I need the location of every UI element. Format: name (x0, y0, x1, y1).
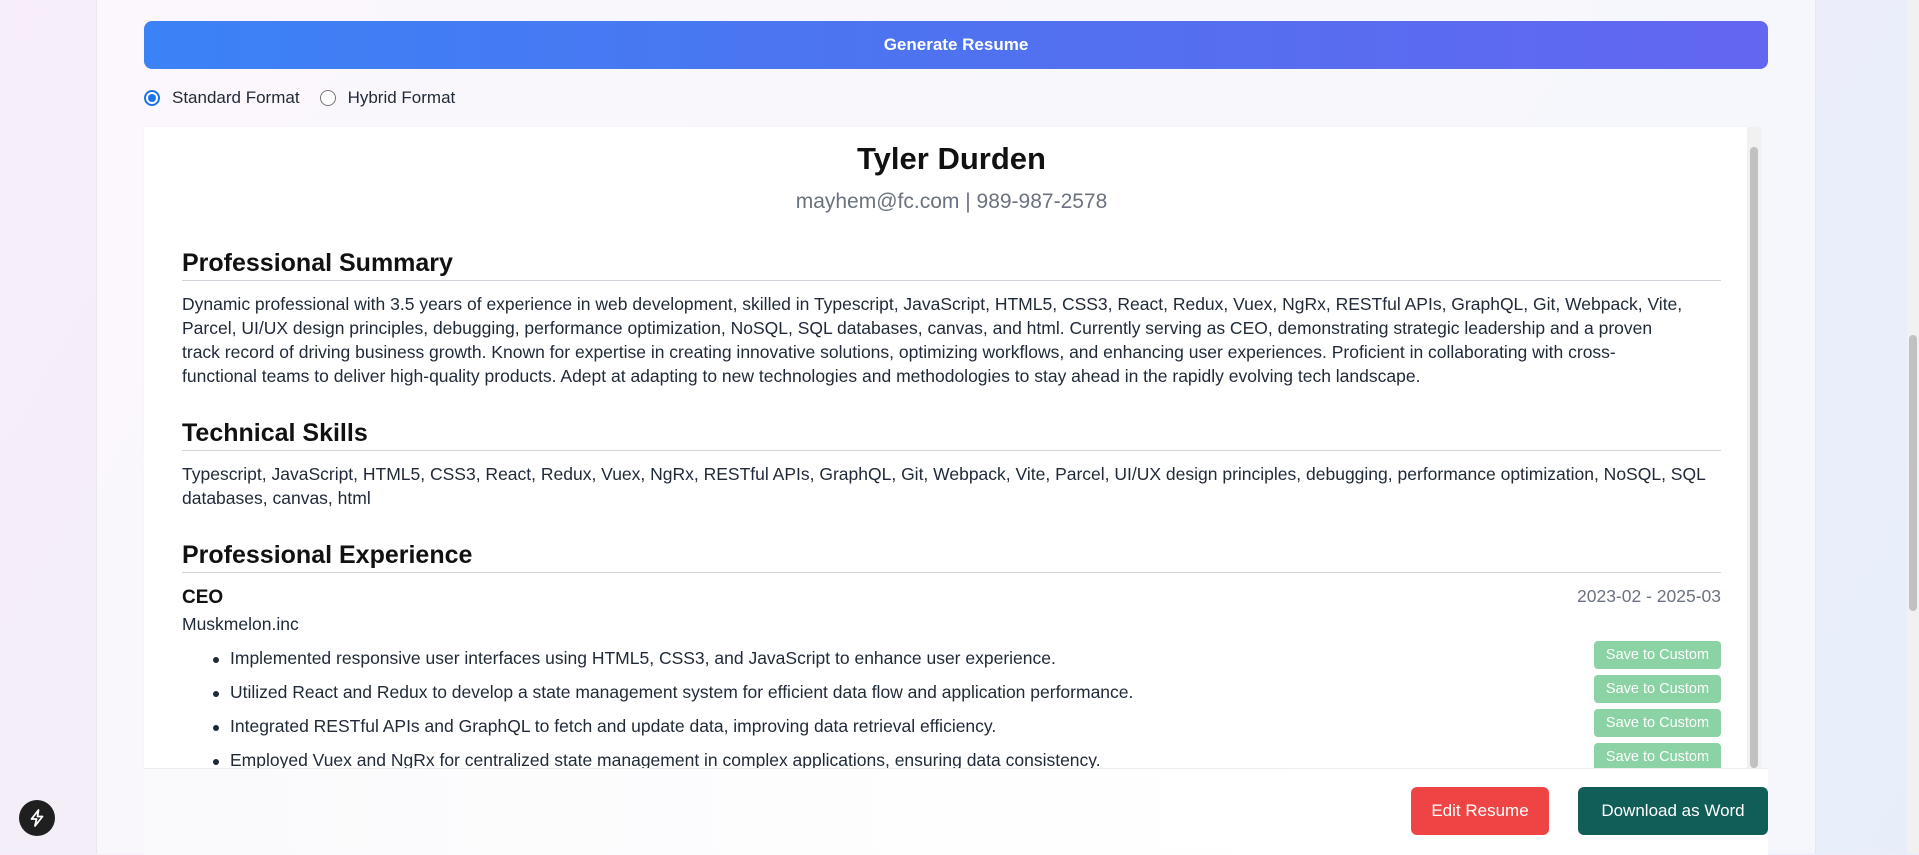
job-dates: 2023-02 - 2025-03 (1577, 586, 1721, 606)
hybrid-format-label: Hybrid Format (347, 88, 456, 107)
job-title: CEO (182, 587, 224, 608)
skills-heading: Technical Skills (182, 419, 1721, 451)
bullet-text: Utilized React and Redux to develop a st… (230, 682, 1134, 702)
list-item: Utilized React and Redux to develop a st… (182, 675, 1721, 710)
page-scrollbar[interactable] (1907, 0, 1919, 854)
save-to-custom-button[interactable]: Save to Custom (1594, 709, 1721, 737)
standard-format-radio[interactable] (144, 90, 160, 106)
format-selector: Standard Format Hybrid Format (144, 86, 475, 110)
job-company: Muskmelon.inc (182, 614, 299, 634)
resume-preview: Tyler Durden mayhem@fc.com | 989-987-257… (144, 127, 1761, 768)
launcher-button[interactable] (19, 800, 55, 836)
skills-line: Typescript, JavaScript, HTML5, CSS3, Rea… (182, 464, 1706, 484)
resume-contact: mayhem@fc.com | 989-987-2578 (795, 190, 1108, 213)
preview-scrollbar[interactable] (1747, 127, 1761, 768)
hybrid-format-option[interactable]: Hybrid Format (319, 88, 456, 108)
bullet-dot (213, 759, 219, 765)
generate-resume-button[interactable]: Generate Resume (144, 21, 1768, 69)
save-to-custom-button[interactable]: Save to Custom (1594, 743, 1721, 768)
hybrid-format-radio[interactable] (319, 90, 336, 106)
lightning-bolt-icon (30, 809, 44, 827)
experience-heading: Professional Experience (182, 541, 1721, 573)
summary-text: Dynamic professional with 3.5 years of e… (182, 292, 1721, 388)
bullet-dot (213, 657, 219, 663)
bullet-text: Implemented responsive user interfaces u… (230, 648, 1056, 668)
list-item: Integrated RESTful APIs and GraphQL to f… (182, 709, 1721, 744)
standard-format-option[interactable]: Standard Format (144, 88, 300, 108)
download-word-button[interactable]: Download as Word (1578, 787, 1768, 835)
save-to-custom-button[interactable]: Save to Custom (1594, 675, 1721, 703)
skills-line: databases, canvas, html (182, 488, 371, 508)
summary-heading: Professional Summary (182, 249, 1721, 281)
bullet-dot (213, 691, 219, 697)
list-item: Employed Vuex and NgRx for centralized s… (182, 743, 1721, 768)
list-item: Implemented responsive user interfaces u… (182, 641, 1721, 676)
page-scrollbar-thumb[interactable] (1909, 335, 1917, 611)
bullet-text: Employed Vuex and NgRx for centralized s… (230, 750, 1101, 768)
save-to-custom-button[interactable]: Save to Custom (1594, 641, 1721, 669)
summary-line: track record of driving business growth.… (182, 342, 1616, 362)
edit-resume-button[interactable]: Edit Resume (1411, 787, 1549, 835)
resume-name: Tyler Durden (857, 141, 1046, 176)
summary-line: functional teams to deliver high-quality… (182, 366, 1421, 386)
preview-scrollbar-thumb[interactable] (1750, 147, 1758, 768)
standard-format-label: Standard Format (172, 88, 300, 107)
summary-line: Parcel, UI/UX design principles, debuggi… (182, 318, 1653, 338)
bullet-text: Integrated RESTful APIs and GraphQL to f… (230, 716, 997, 736)
summary-line: Dynamic professional with 3.5 years of e… (182, 294, 1683, 314)
bullet-dot (213, 725, 219, 731)
skills-text: Typescript, JavaScript, HTML5, CSS3, Rea… (182, 462, 1721, 510)
